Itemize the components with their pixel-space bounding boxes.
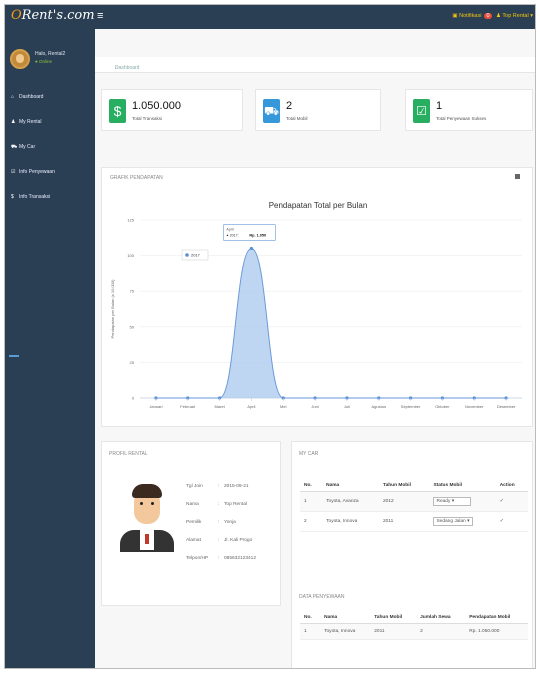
sidebar-item-info-transaksi[interactable]: $ Info Transaksi <box>11 194 91 200</box>
stat-total-mobil: ⛟ 2 Total Mobil <box>255 89 381 131</box>
user-icon: ♟ <box>11 119 16 125</box>
series-line-2017 <box>155 247 507 399</box>
stat-total-transaksi: $ 1.050.000 Total Transaksi <box>101 89 243 131</box>
x-tick-label: Mei <box>280 404 287 409</box>
table-header: No. Nama Tahun Mobil Jumlah Sewa Pendapatan … <box>300 612 528 624</box>
brand-first-letter: O <box>11 8 22 23</box>
income-chart: Pendapatan Total per Bulan Pendapatan per… <box>110 201 522 409</box>
dollar-icon: $ <box>11 194 14 200</box>
action-button[interactable]: ✓ <box>495 511 528 532</box>
table-header: No. Nama Tahun Mobil Status Mobil Action <box>300 480 528 492</box>
legend-label: 2017 <box>191 253 201 258</box>
stat-label: Total Penyewaan Sukses <box>436 116 487 121</box>
x-tick-label: Januari <box>149 404 162 409</box>
x-tick-label: Agustus <box>372 404 386 409</box>
check-icon: ☑ <box>11 169 16 175</box>
stat-value: 1.050.000 <box>132 100 181 112</box>
sidebar-item-dashboard[interactable]: ⌂ Dashboard <box>11 94 91 100</box>
my-car-panel: MY CAR No. Nama Tahun Mobil Status Mobil Act… <box>291 441 533 668</box>
chart-panel: GRAFIK PENDAPATAN Pendapatan Total per B… <box>101 167 533 427</box>
notifications-link[interactable]: Notifikasi <box>459 13 481 19</box>
x-tick-label: September <box>401 404 421 409</box>
sidebar-item-info-penyewaan[interactable]: ☑ Info Penyewaan <box>11 169 91 175</box>
user-menu[interactable]: Top Rental <box>502 13 528 19</box>
chevron-down-icon[interactable]: ▾ <box>529 13 533 19</box>
x-tick-label: Februari <box>180 404 195 409</box>
penyewaan-title: DATA PENYEWAAN <box>299 594 345 600</box>
y-axis-label: Pendapatan per Bulan (x 10.000) <box>110 279 115 339</box>
data-point <box>249 246 254 251</box>
stat-label: Total Transaksi <box>132 116 163 121</box>
penyewaan-table: No. Nama Tahun Mobil Jumlah Sewa Pendapatan … <box>300 612 528 640</box>
stat-value: 1 <box>436 100 443 112</box>
sidebar-item-my-rental[interactable]: ♟ My Rental <box>11 119 91 125</box>
y-tick-label: 50 <box>130 324 135 329</box>
action-button[interactable]: ✓ <box>495 491 528 512</box>
brand-logo[interactable]: ORent's.com <box>11 8 95 23</box>
browser-frame: ORent's.com ≡ ▣ Notifikasi 0 ♟ Top Rental… <box>4 4 536 669</box>
sidebar-profile: Halo, Rental2 ● Online <box>10 49 90 77</box>
my-car-title: MY CAR <box>299 451 319 457</box>
top-navbar: ORent's.com ≡ ▣ Notifikasi 0 ♟ Top Rental… <box>5 5 535 29</box>
chart-title: Pendapatan Total per Bulan <box>269 201 368 210</box>
table-row: 1 Toyota, Innova 2011 2 Rp. 1.050.000 <box>300 623 528 640</box>
y-tick-label: 25 <box>130 360 135 365</box>
sidebar: Halo, Rental2 ● Online ⌂ Dashboard ♟ My Re… <box>5 29 95 668</box>
menu-toggle-icon[interactable]: ≡ <box>97 11 103 22</box>
table-row: 1 Toyota, Avanza 2012 Ready ▾ ✓ <box>300 491 528 512</box>
stat-total-penyewaan: ☑ 1 Total Penyewaan Sukses <box>405 89 533 131</box>
car-icon: ⛟ <box>263 99 280 123</box>
x-tick-label: November <box>465 404 484 409</box>
x-tick-label: Desember <box>497 404 516 409</box>
x-tick-label: Juni <box>311 404 318 409</box>
sidebar-greeting: Halo, Rental2 <box>35 51 66 57</box>
y-tick-label: 75 <box>130 289 135 294</box>
sidebar-item-my-car[interactable]: ⛟ My Car <box>11 144 91 151</box>
status-select[interactable]: Sedang Jalan ▾ <box>433 517 473 526</box>
brand-rest: Rent's.com <box>21 8 95 23</box>
my-car-table: No. Nama Tahun Mobil Status Mobil Action 1 To… <box>300 480 528 532</box>
notification-badge: 0 <box>484 13 492 19</box>
sidebar-scroll-marker <box>9 355 19 357</box>
legend-marker <box>185 253 189 257</box>
series-area-2017 <box>155 248 507 398</box>
y-tick-label: 125 <box>127 218 134 223</box>
main-content: ⌂ Dashboard $ 1.050.000 Total Transaksi … <box>95 29 535 668</box>
profile-title: PROFIL RENTAL <box>109 451 148 457</box>
car-icon: ⛟ <box>11 144 18 150</box>
x-tick-label: April <box>247 404 255 409</box>
dollar-icon: $ <box>109 99 126 123</box>
camera-icon[interactable] <box>515 174 520 179</box>
stat-label: Total Mobil <box>286 116 308 121</box>
y-tick-label: 0 <box>132 396 135 401</box>
check-icon: ☑ <box>413 99 430 123</box>
x-tick-label: Oktober <box>435 404 450 409</box>
home-icon: ⌂ <box>11 94 15 100</box>
x-tick-label: Juli <box>344 404 350 409</box>
avatar <box>10 49 30 69</box>
breadcrumb: ⌂ Dashboard <box>95 57 535 73</box>
profile-panel: PROFIL RENTAL Tgl Join:2015-09-21 Nama: T… <box>101 441 281 606</box>
tooltip-value: Rp. 1.050 <box>249 233 266 237</box>
stat-value: 2 <box>286 100 293 112</box>
sidebar-status: ● Online <box>35 59 52 64</box>
tooltip-series: ● 2017: <box>226 233 238 237</box>
y-tick-label: 100 <box>127 253 134 258</box>
user-icon: ♟ <box>496 13 501 19</box>
table-row: 2 Toyota, Innova 2011 Sedang Jalan ▾ ✓ <box>300 511 528 532</box>
tooltip-title: April <box>226 227 233 231</box>
top-right-menu: ▣ Notifikasi 0 ♟ Top Rental ▾ <box>452 13 533 19</box>
profile-photo <box>116 480 178 552</box>
status-select[interactable]: Ready ▾ <box>433 497 472 506</box>
breadcrumb-dashboard[interactable]: Dashboard <box>115 65 139 71</box>
x-tick-label: Maret <box>214 404 225 409</box>
notification-icon[interactable]: ▣ <box>452 13 457 19</box>
chart-section-title: GRAFIK PENDAPATAN <box>110 175 163 181</box>
